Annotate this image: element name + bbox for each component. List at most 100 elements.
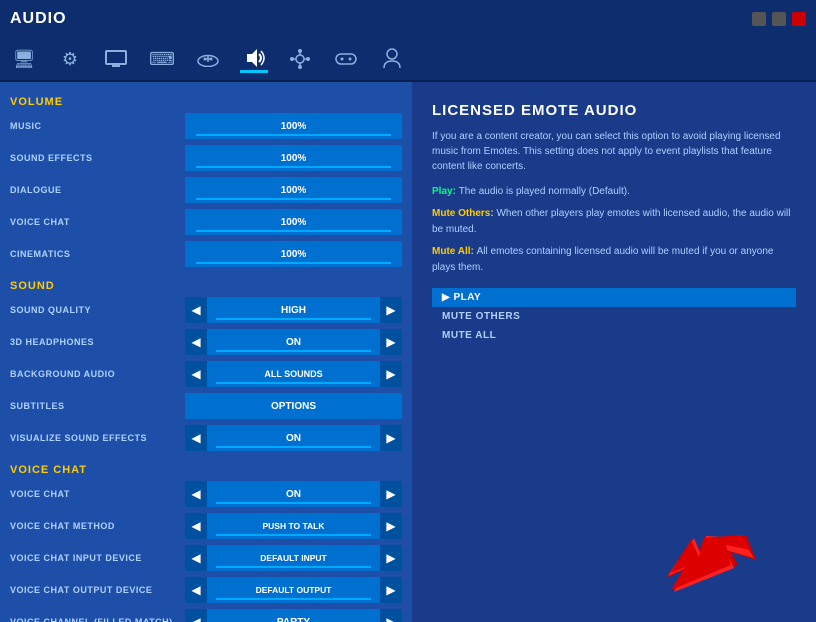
network-icon[interactable]	[286, 45, 314, 73]
vol-music[interactable]: 100%	[185, 113, 402, 139]
highlight-mute-all-text: All emotes containing licensed audio wil…	[432, 246, 773, 273]
setting-vis-sfx: VISUALIZE SOUND EFFECTS ◀ ON ▶	[0, 422, 412, 454]
arrow-vis-sfx: ◀ ON ▶	[185, 425, 402, 451]
red-arrow-svg	[666, 530, 756, 595]
audio-active-icon[interactable]	[240, 45, 268, 73]
vc-channel-right[interactable]: ▶	[380, 609, 402, 622]
section-header-volume: VOLUME	[0, 90, 412, 110]
sound-quality-left[interactable]: ◀	[185, 297, 207, 323]
setting-vc-method: VOICE CHAT METHOD ◀ PUSH TO TALK ▶	[0, 510, 412, 542]
label-cinematics: CINEMATICS	[10, 249, 185, 259]
vc-input-value: DEFAULT INPUT	[207, 545, 380, 571]
vc-channel-left[interactable]: ◀	[185, 609, 207, 622]
highlight-play: Play: The audio is played normally (Defa…	[432, 184, 796, 200]
vol-voicechat[interactable]: 100%	[185, 209, 402, 235]
subtitles-options-btn[interactable]: OPTIONS	[185, 393, 402, 419]
highlight-mute-all: Mute All: All emotes containing licensed…	[432, 244, 796, 276]
vc-channel-value: PARTY	[207, 609, 380, 622]
highlight-mute-others-label: Mute Others:	[432, 208, 496, 219]
label-vc-on: VOICE CHAT	[10, 489, 185, 499]
bg-audio-right[interactable]: ▶	[380, 361, 402, 387]
navbar: 🖥 ⚙ ⌨	[0, 38, 816, 82]
section-header-sound: SOUND	[0, 274, 412, 294]
vis-sfx-left[interactable]: ◀	[185, 425, 207, 451]
window-title: Audio	[10, 10, 67, 28]
option-mute-all[interactable]: MUTE ALL	[432, 326, 796, 345]
option-mute-others[interactable]: MUTE OTHERS	[432, 307, 796, 326]
label-vc-input: VOICE CHAT INPUT DEVICE	[10, 553, 185, 563]
bg-audio-value: ALL SOUNDS	[207, 361, 380, 387]
info-title: LICENSED EMOTE AUDIO	[432, 102, 796, 119]
gear-icon[interactable]: ⚙	[56, 45, 84, 73]
vc-output-left[interactable]: ◀	[185, 577, 207, 603]
setting-vc-output: VOICE CHAT OUTPUT DEVICE ◀ DEFAULT OUTPU…	[0, 574, 412, 606]
label-vis-sfx: VISUALIZE SOUND EFFECTS	[10, 433, 185, 443]
bg-audio-left[interactable]: ◀	[185, 361, 207, 387]
vol-sfx[interactable]: 100%	[185, 145, 402, 171]
arrow-3d-headphones: ◀ ON ▶	[185, 329, 402, 355]
label-music: MUSIC	[10, 121, 185, 131]
vc-on-value: ON	[207, 481, 380, 507]
vis-sfx-value: ON	[207, 425, 380, 451]
label-3d-headphones: 3D HEADPHONES	[10, 337, 185, 347]
gamepad-icon[interactable]	[332, 45, 360, 73]
arrow-sound-quality: ◀ HIGH ▶	[185, 297, 402, 323]
vc-on-left[interactable]: ◀	[185, 481, 207, 507]
section-header-voicechat: VOICE CHAT	[0, 458, 412, 478]
3d-headphones-right[interactable]: ▶	[380, 329, 402, 355]
sound-quality-right[interactable]: ▶	[380, 297, 402, 323]
display-settings-icon[interactable]	[102, 45, 130, 73]
option-play[interactable]: ▶ PLAY	[432, 288, 796, 307]
sound-quality-value: HIGH	[207, 297, 380, 323]
setting-subtitles: SUBTITLES OPTIONS	[0, 390, 412, 422]
setting-vc-channel: VOICE CHANNEL (FILLED MATCH) ◀ PARTY ▶	[0, 606, 412, 622]
setting-vc-input: VOICE CHAT INPUT DEVICE ◀ DEFAULT INPUT …	[0, 542, 412, 574]
setting-music: MUSIC 100%	[0, 110, 412, 142]
setting-dialogue: DIALOGUE 100%	[0, 174, 412, 206]
vc-method-right[interactable]: ▶	[380, 513, 402, 539]
label-voicechat-vol: VOICE CHAT	[10, 217, 185, 227]
highlight-play-text: The audio is played normally (Default).	[459, 186, 630, 197]
minimize-button[interactable]	[752, 12, 766, 26]
keyboard-icon[interactable]: ⌨	[148, 45, 176, 73]
setting-sound-quality: SOUND QUALITY ◀ HIGH ▶	[0, 294, 412, 326]
vol-cinematics[interactable]: 100%	[185, 241, 402, 267]
label-sound-quality: SOUND QUALITY	[10, 305, 185, 315]
main-area: VOLUME MUSIC 100% SOUND EFFECTS 100% DIA…	[0, 82, 816, 622]
label-vc-channel: VOICE CHANNEL (FILLED MATCH)	[10, 617, 185, 622]
left-panel: VOLUME MUSIC 100% SOUND EFFECTS 100% DIA…	[0, 82, 412, 622]
maximize-button[interactable]	[772, 12, 786, 26]
controller2-icon[interactable]	[194, 45, 222, 73]
vc-on-right[interactable]: ▶	[380, 481, 402, 507]
titlebar: Audio	[0, 0, 816, 38]
3d-headphones-left[interactable]: ◀	[185, 329, 207, 355]
user-icon[interactable]	[378, 45, 406, 73]
setting-voicechat-vol: VOICE CHAT 100%	[0, 206, 412, 238]
arrow-vc-input: ◀ DEFAULT INPUT ▶	[185, 545, 402, 571]
right-panel: LICENSED EMOTE AUDIO If you are a conten…	[412, 82, 816, 622]
vc-input-right[interactable]: ▶	[380, 545, 402, 571]
label-bg-audio: BACKGROUND AUDIO	[10, 369, 185, 379]
label-dialogue: DIALOGUE	[10, 185, 185, 195]
setting-cinematics: CINEMATICS 100%	[0, 238, 412, 270]
vc-method-value: PUSH TO TALK	[207, 513, 380, 539]
highlight-mute-all-label: Mute All:	[432, 246, 477, 257]
vis-sfx-right[interactable]: ▶	[380, 425, 402, 451]
info-body: If you are a content creator, you can se…	[432, 129, 796, 174]
label-sfx: SOUND EFFECTS	[10, 153, 185, 163]
setting-vc-on: VOICE CHAT ◀ ON ▶	[0, 478, 412, 510]
arrow-vc-method: ◀ PUSH TO TALK ▶	[185, 513, 402, 539]
arrow-vc-channel: ◀ PARTY ▶	[185, 609, 402, 622]
arrow-vc-on: ◀ ON ▶	[185, 481, 402, 507]
vc-input-left[interactable]: ◀	[185, 545, 207, 571]
options-list: ▶ PLAY MUTE OTHERS MUTE ALL	[432, 288, 796, 345]
vc-output-right[interactable]: ▶	[380, 577, 402, 603]
highlight-play-label: Play:	[432, 186, 459, 197]
setting-sfx: SOUND EFFECTS 100%	[0, 142, 412, 174]
vol-dialogue[interactable]: 100%	[185, 177, 402, 203]
arrow-vc-output: ◀ DEFAULT OUTPUT ▶	[185, 577, 402, 603]
vc-method-left[interactable]: ◀	[185, 513, 207, 539]
monitor-icon[interactable]: 🖥	[10, 45, 38, 73]
window-controls	[752, 12, 806, 26]
close-button[interactable]	[792, 12, 806, 26]
